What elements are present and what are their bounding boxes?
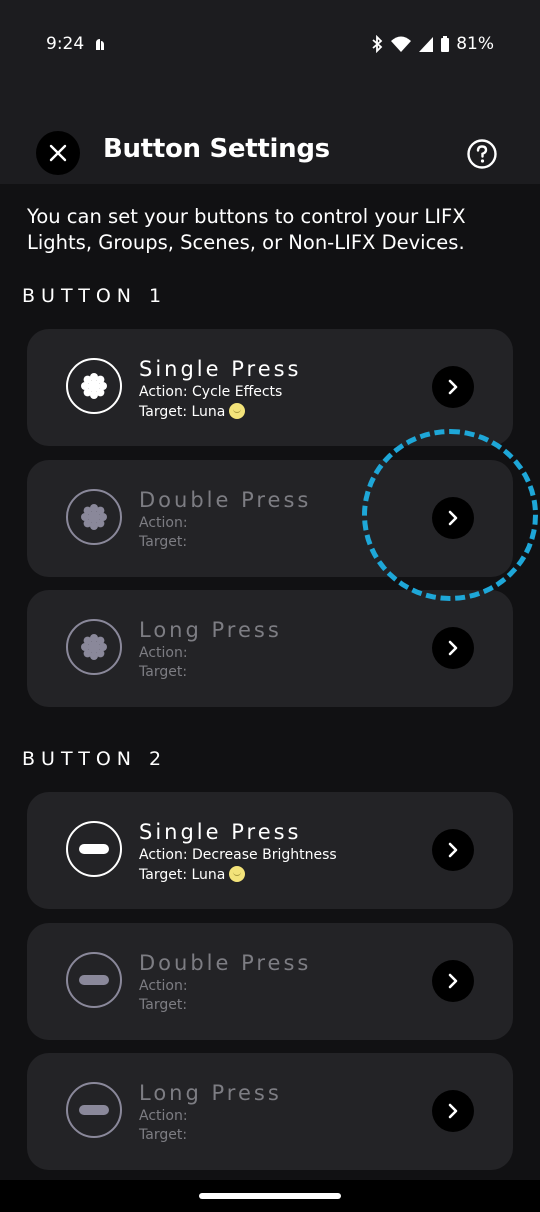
chevron-right-icon [448,510,458,526]
section-label-button-2: BUTTON 2 [22,748,168,770]
minus-icon [66,952,122,1008]
action-text: Action: [139,645,188,661]
target-text: Target: [139,534,188,550]
target-row: Target: Luna [139,403,246,420]
chevron-right-button[interactable] [432,497,474,539]
asterisk-icon [66,619,122,675]
battery-percent: 81% [456,34,494,54]
target-text: Target: [139,997,188,1013]
chevron-right-button[interactable] [432,627,474,669]
action-text: Action: [139,1108,188,1124]
chevron-right-icon [448,379,458,395]
action-text: Action: [139,515,188,531]
moon-emoji-icon [229,403,246,419]
status-right: 81% [370,34,494,54]
chevron-right-button[interactable] [432,366,474,408]
signal-icon [419,37,434,52]
asterisk-icon [66,358,122,414]
chevron-right-icon [448,842,458,858]
target-text: Target: [139,664,188,680]
action-text: Action: Cycle Effects [139,384,283,400]
minus-icon [66,1082,122,1138]
wifi-icon [391,36,412,52]
press-type: Long Press [139,1081,282,1105]
section-label-button-1: BUTTON 1 [22,285,168,307]
chevron-right-button[interactable] [432,960,474,1002]
chevron-right-button[interactable] [432,1090,474,1132]
home-gesture-handle[interactable] [199,1193,341,1199]
button-1-single-press-card[interactable]: Single Press Action: Cycle Effects Targe… [27,329,513,446]
press-type: Double Press [139,951,312,975]
press-type: Double Press [139,488,312,512]
press-type: Single Press [139,357,302,381]
action-text: Action: [139,978,188,994]
chevron-right-icon [448,1103,458,1119]
button-1-double-press-card[interactable]: Double Press Action: Target: [27,460,513,577]
status-bar: 9:24 81% [0,0,540,88]
notification-icon [96,39,104,50]
asterisk-icon [66,489,122,545]
chevron-right-icon [448,640,458,656]
button-2-single-press-card[interactable]: Single Press Action: Decrease Brightness… [27,792,513,909]
button-2-double-press-card[interactable]: Double Press Action: Target: [27,923,513,1040]
close-button[interactable] [36,131,80,175]
page-title: Button Settings [103,134,330,164]
battery-icon [441,36,450,52]
status-time: 9:24 [46,34,85,54]
button-2-long-press-card[interactable]: Long Press Action: Target: [27,1053,513,1170]
minus-icon [66,821,122,877]
target-row: Target: Luna [139,866,246,883]
close-icon [49,144,67,162]
button-1-long-press-card[interactable]: Long Press Action: Target: [27,590,513,707]
action-text: Action: Decrease Brightness [139,847,337,863]
press-type: Single Press [139,820,302,844]
chevron-right-button[interactable] [432,829,474,871]
help-icon[interactable] [466,138,498,170]
press-type: Long Press [139,618,282,642]
intro-text: You can set your buttons to control your… [27,205,466,254]
chevron-right-icon [448,973,458,989]
target-text: Target: [139,1127,188,1143]
target-text: Target: Luna [139,867,226,883]
target-text: Target: Luna [139,404,226,420]
bluetooth-icon [372,35,383,53]
moon-emoji-icon [229,866,246,882]
